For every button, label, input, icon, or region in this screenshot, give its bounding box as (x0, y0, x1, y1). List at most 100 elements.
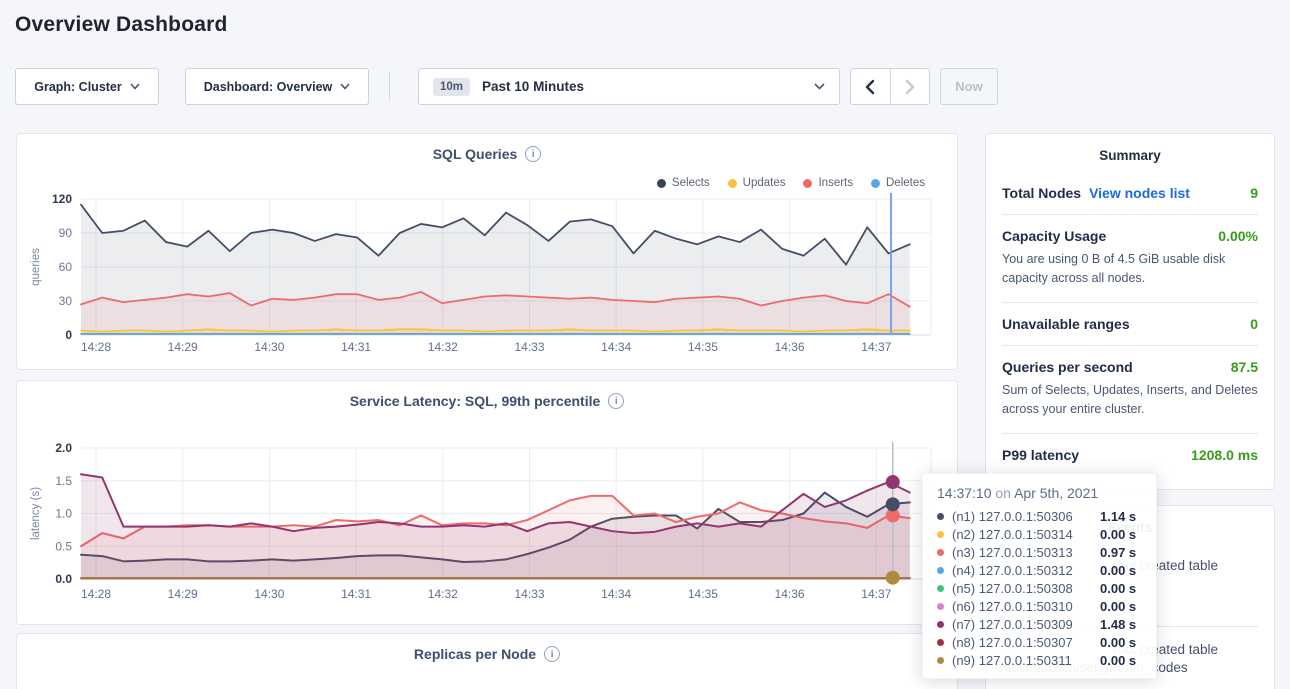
tooltip-node-row: (n1) 127.0.0.1:503061.14 s (937, 507, 1142, 525)
summary-row-total-nodes: Total Nodes View nodes list 9 (1002, 185, 1258, 201)
tooltip-node-row: (n4) 127.0.0.1:503120.00 s (937, 561, 1142, 579)
series-color-dot (937, 531, 944, 538)
tooltip-node-value: 1.14 s (1100, 509, 1136, 524)
tooltip-node-value: 1.48 s (1100, 617, 1136, 632)
svg-text:14:30: 14:30 (254, 587, 284, 601)
svg-text:14:35: 14:35 (688, 340, 718, 354)
svg-text:14:37: 14:37 (861, 587, 891, 601)
now-button[interactable]: Now (940, 68, 998, 105)
summary-row-unavailable-ranges: Unavailable ranges 0 (1002, 316, 1258, 332)
graph-dropdown[interactable]: Graph: Cluster (15, 68, 159, 105)
tooltip-node-label: (n6) 127.0.0.1:50310 (952, 599, 1100, 614)
divider (1002, 214, 1258, 215)
time-range-dropdown[interactable]: 10m Past 10 Minutes (418, 68, 840, 105)
time-prev-button[interactable] (851, 69, 890, 104)
svg-text:queries: queries (30, 248, 42, 286)
chevron-down-icon (130, 83, 140, 90)
svg-text:14:31: 14:31 (341, 587, 371, 601)
series-color-dot (937, 603, 944, 610)
summary-row-qps: Queries per second 87.5 (1002, 359, 1258, 375)
tooltip-node-value: 0.00 s (1100, 635, 1136, 650)
tooltip-node-value: 0.00 s (1100, 599, 1136, 614)
tooltip-node-value: 0.00 s (1100, 581, 1136, 596)
svg-text:120: 120 (52, 192, 72, 206)
svg-text:14:33: 14:33 (514, 587, 544, 601)
svg-text:1.0: 1.0 (55, 507, 72, 521)
divider (1002, 345, 1258, 346)
tooltip-node-rows: (n1) 127.0.0.1:503061.14 s(n2) 127.0.0.1… (937, 507, 1142, 669)
tooltip-node-row: (n2) 127.0.0.1:503140.00 s (937, 525, 1142, 543)
summary-label: Total Nodes (1002, 185, 1081, 201)
replicas-per-node-card: Replicas per Node i (16, 633, 958, 689)
svg-text:14:37: 14:37 (861, 340, 891, 354)
chevron-down-icon (814, 83, 825, 90)
tooltip-node-row: (n6) 127.0.0.1:503100.00 s (937, 597, 1142, 615)
time-next-button[interactable] (890, 69, 930, 104)
info-icon[interactable]: i (544, 646, 560, 662)
svg-text:14:29: 14:29 (168, 340, 198, 354)
svg-text:14:33: 14:33 (514, 340, 544, 354)
tooltip-node-value: 0.00 s (1100, 653, 1136, 668)
svg-text:60: 60 (59, 260, 73, 274)
svg-text:latency (s): latency (s) (30, 487, 42, 540)
series-color-dot (937, 549, 944, 556)
summary-desc: You are using 0 B of 4.5 GiB usable disk… (1002, 250, 1258, 289)
tooltip-node-row: (n7) 127.0.0.1:503091.48 s (937, 615, 1142, 633)
svg-text:14:29: 14:29 (168, 587, 198, 601)
divider (1002, 302, 1258, 303)
summary-value: 87.5 (1231, 359, 1258, 375)
svg-text:1.5: 1.5 (55, 474, 72, 488)
summary-panel: Summary Total Nodes View nodes list 9 Ca… (985, 133, 1275, 490)
svg-text:14:30: 14:30 (254, 340, 284, 354)
dashboard-dropdown[interactable]: Dashboard: Overview (185, 68, 369, 105)
divider (1002, 433, 1258, 434)
time-range-label: Past 10 Minutes (482, 79, 584, 94)
svg-text:0.0: 0.0 (55, 572, 72, 586)
tooltip-node-value: 0.97 s (1100, 545, 1136, 560)
svg-text:14:32: 14:32 (428, 587, 458, 601)
series-color-dot (937, 639, 944, 646)
summary-value: 1208.0 ms (1191, 447, 1258, 463)
chart-title-text: Replicas per Node (414, 646, 536, 662)
svg-text:14:36: 14:36 (775, 587, 805, 601)
tooltip-node-label: (n3) 127.0.0.1:50313 (952, 545, 1100, 560)
tooltip-node-label: (n4) 127.0.0.1:50312 (952, 563, 1100, 578)
chevron-down-icon (340, 83, 350, 90)
svg-text:14:31: 14:31 (341, 340, 371, 354)
svg-text:14:36: 14:36 (775, 340, 805, 354)
page-title: Overview Dashboard (15, 13, 228, 37)
svg-text:14:34: 14:34 (601, 340, 631, 354)
sql-queries-card: SQL Queries i Selects Updates Inserts De… (16, 133, 958, 370)
tooltip-node-value: 0.00 s (1100, 563, 1136, 578)
overview-dashboard-page: Overview Dashboard Graph: Cluster Dashbo… (0, 0, 1290, 689)
time-range-badge: 10m (433, 78, 470, 96)
svg-text:14:34: 14:34 (601, 587, 631, 601)
tooltip-node-row: (n5) 127.0.0.1:503080.00 s (937, 579, 1142, 597)
service-latency-chart[interactable]: 14:28 14:29 14:30 14:31 14:32 14:33 14:34 14:35… (17, 381, 959, 626)
svg-text:14:28: 14:28 (81, 587, 111, 601)
summary-label: Unavailable ranges (1002, 316, 1130, 332)
tooltip-node-label: (n9) 127.0.0.1:50311 (952, 653, 1100, 668)
view-nodes-list-link[interactable]: View nodes list (1089, 185, 1190, 201)
series-color-dot (937, 513, 944, 520)
summary-row-p99: P99 latency 1208.0 ms (1002, 447, 1258, 463)
svg-text:2.0: 2.0 (55, 441, 72, 455)
svg-text:0: 0 (65, 328, 72, 342)
series-color-dot (937, 585, 944, 592)
svg-text:90: 90 (59, 226, 73, 240)
sql-queries-chart[interactable]: 14:2814:2914:3014:3114:3214:3314:3414:35… (17, 134, 959, 371)
summary-row-capacity: Capacity Usage 0.00% (1002, 228, 1258, 244)
summary-value: 9 (1250, 185, 1258, 201)
tooltip-node-row: (n3) 127.0.0.1:503130.97 s (937, 543, 1142, 561)
svg-text:14:35: 14:35 (688, 587, 718, 601)
svg-text:30: 30 (59, 294, 73, 308)
svg-text:14:28: 14:28 (81, 340, 111, 354)
tooltip-node-label: (n5) 127.0.0.1:50308 (952, 581, 1100, 596)
svg-text:0.5: 0.5 (55, 539, 72, 553)
tooltip-node-row: (n8) 127.0.0.1:503070.00 s (937, 633, 1142, 651)
summary-label: Capacity Usage (1002, 228, 1106, 244)
tooltip-node-row: (n9) 127.0.0.1:503110.00 s (937, 651, 1142, 669)
summary-desc: Sum of Selects, Updates, Inserts, and De… (1002, 381, 1258, 420)
tooltip-node-label: (n7) 127.0.0.1:50309 (952, 617, 1100, 632)
dashboard-dropdown-label: Dashboard: Overview (204, 80, 333, 94)
